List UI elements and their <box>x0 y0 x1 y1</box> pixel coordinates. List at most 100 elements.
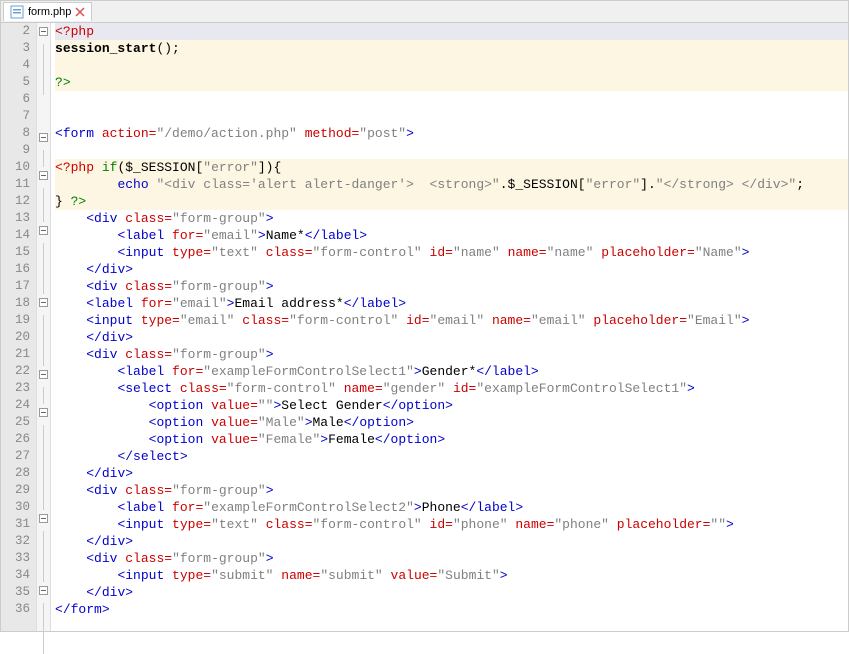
close-tab-icon[interactable] <box>75 7 85 17</box>
fold-marker <box>37 277 50 294</box>
code-line[interactable]: <option value="Female">Female</option> <box>55 431 848 448</box>
code-line[interactable]: <label for="email">Name*</label> <box>55 227 848 244</box>
line-number: 12 <box>15 193 30 210</box>
fold-marker <box>37 150 50 167</box>
code-line[interactable]: } ?> <box>55 193 848 210</box>
line-number: 9 <box>15 142 30 159</box>
fold-marker <box>37 476 50 493</box>
line-number: 8 <box>15 125 30 142</box>
code-line[interactable]: <div class="form-group"> <box>55 278 848 295</box>
fold-marker <box>37 205 50 222</box>
code-line[interactable]: <input type="email" class="form-control"… <box>55 312 848 329</box>
code-line[interactable]: <div class="form-group"> <box>55 210 848 227</box>
code-line[interactable]: </div> <box>55 261 848 278</box>
fold-marker <box>37 387 50 404</box>
line-number: 34 <box>15 567 30 584</box>
line-number: 33 <box>15 550 30 567</box>
fold-marker <box>37 459 50 476</box>
code-line[interactable] <box>55 108 848 125</box>
fold-marker <box>37 332 50 349</box>
fold-marker <box>37 425 50 442</box>
fold-marker[interactable] <box>37 171 50 188</box>
line-number: 13 <box>15 210 30 227</box>
code-line[interactable]: echo "<div class='alert alert-danger'> <… <box>55 176 848 193</box>
code-line[interactable]: <label for="email">Email address*</label… <box>55 295 848 312</box>
code-line[interactable]: <?php if($_SESSION["error"]){ <box>55 159 848 176</box>
line-number: 32 <box>15 533 30 550</box>
line-number: 28 <box>15 465 30 482</box>
code-line[interactable]: <?php <box>55 23 848 40</box>
code-line[interactable]: ?> <box>55 74 848 91</box>
line-number: 20 <box>15 329 30 346</box>
line-number: 22 <box>15 363 30 380</box>
fold-marker[interactable] <box>37 408 50 425</box>
line-number: 4 <box>15 57 30 74</box>
line-number: 29 <box>15 482 30 499</box>
fold-marker <box>37 442 50 459</box>
code-line[interactable]: </select> <box>55 448 848 465</box>
fold-marker[interactable] <box>37 586 50 603</box>
line-number: 5 <box>15 74 30 91</box>
line-number-gutter: 2345678910111213141516171819202122232425… <box>1 23 37 631</box>
line-number: 14 <box>15 227 30 244</box>
code-line[interactable]: session_start(); <box>55 40 848 57</box>
code-line[interactable]: <option value="Male">Male</option> <box>55 414 848 431</box>
line-number: 19 <box>15 312 30 329</box>
code-line[interactable]: </div> <box>55 533 848 550</box>
code-line[interactable]: </form> <box>55 601 848 618</box>
line-number: 17 <box>15 278 30 295</box>
code-line[interactable]: <div class="form-group"> <box>55 550 848 567</box>
code-line[interactable]: </div> <box>55 329 848 346</box>
code-line[interactable]: <input type="text" class="form-control" … <box>55 516 848 533</box>
code-line[interactable] <box>55 91 848 108</box>
line-number: 18 <box>15 295 30 312</box>
line-number: 6 <box>15 91 30 108</box>
fold-marker <box>37 315 50 332</box>
line-number: 31 <box>15 516 30 533</box>
fold-marker <box>37 620 50 637</box>
code-line[interactable]: <label for="exampleFormControlSelect2">P… <box>55 499 848 516</box>
code-line[interactable]: <form action="/demo/action.php" method="… <box>55 125 848 142</box>
code-line[interactable]: <input type="text" class="form-control" … <box>55 244 848 261</box>
fold-marker <box>37 95 50 112</box>
code-line[interactable]: <option value="">Select Gender</option> <box>55 397 848 414</box>
fold-marker[interactable] <box>37 226 50 243</box>
fold-marker <box>37 243 50 260</box>
code-line[interactable]: </div> <box>55 465 848 482</box>
code-line[interactable]: <label for="exampleFormControlSelect1">G… <box>55 363 848 380</box>
line-number: 36 <box>15 601 30 618</box>
code-line[interactable] <box>55 57 848 74</box>
code-line[interactable]: <select class="form-control" name="gende… <box>55 380 848 397</box>
line-number: 23 <box>15 380 30 397</box>
line-number: 21 <box>15 346 30 363</box>
fold-marker[interactable] <box>37 27 50 44</box>
fold-marker <box>37 349 50 366</box>
line-number: 10 <box>15 159 30 176</box>
code-line[interactable] <box>55 142 848 159</box>
tab-form-php[interactable]: form.php <box>3 2 92 21</box>
fold-marker <box>37 565 50 582</box>
fold-marker <box>37 78 50 95</box>
line-number: 30 <box>15 499 30 516</box>
fold-marker <box>37 112 50 129</box>
line-number: 27 <box>15 448 30 465</box>
fold-marker <box>37 260 50 277</box>
line-number: 11 <box>15 176 30 193</box>
code-line[interactable]: <div class="form-group"> <box>55 482 848 499</box>
fold-marker[interactable] <box>37 133 50 150</box>
code-line[interactable]: <div class="form-group"> <box>55 346 848 363</box>
fold-marker <box>37 188 50 205</box>
fold-marker <box>37 44 50 61</box>
fold-marker <box>37 548 50 565</box>
line-number: 24 <box>15 397 30 414</box>
fold-marker[interactable] <box>37 298 50 315</box>
code-line[interactable]: <input type="submit" name="submit" value… <box>55 567 848 584</box>
fold-marker <box>37 637 50 654</box>
fold-marker[interactable] <box>37 514 50 531</box>
fold-column[interactable] <box>37 23 51 631</box>
code-editor[interactable]: 2345678910111213141516171819202122232425… <box>1 23 848 631</box>
code-line[interactable]: </div> <box>55 584 848 601</box>
line-number: 16 <box>15 261 30 278</box>
fold-marker[interactable] <box>37 370 50 387</box>
code-area[interactable]: <?phpsession_start(); ?> <form action="/… <box>51 23 848 631</box>
